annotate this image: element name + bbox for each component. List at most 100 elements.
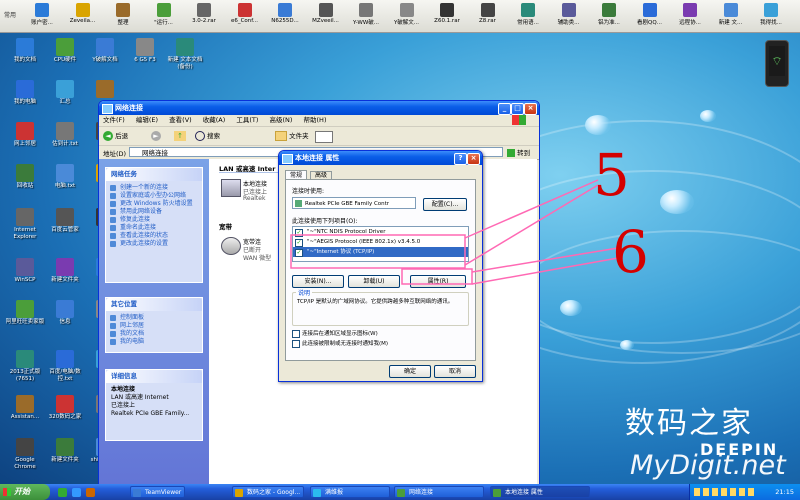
start-button[interactable]: 开始 xyxy=(0,484,50,500)
notify-checkbox[interactable] xyxy=(292,340,300,348)
explorer-titlebar[interactable]: 网络连接 _ □ × xyxy=(99,101,539,115)
desktop-icon[interactable]: 新建 文本文档(备份) xyxy=(165,38,205,71)
quick-launch-item[interactable]: N6255D... xyxy=(265,2,305,32)
desktop-icon[interactable]: 我的文档 xyxy=(5,38,45,64)
desktop-icon[interactable]: 估到计.txt xyxy=(45,122,85,148)
dialog-close-button[interactable]: × xyxy=(467,153,480,165)
component-checkbox[interactable]: ✓ xyxy=(295,249,303,257)
forward-button[interactable]: ► xyxy=(151,131,161,141)
desktop-icon[interactable]: 汇总 xyxy=(45,80,85,106)
desktop-icon[interactable]: 新建文件夹 xyxy=(45,438,85,464)
desktop-icon[interactable]: 6 G5 F3 xyxy=(125,38,165,64)
quick-launch-item[interactable]: Y破解文... xyxy=(387,2,427,32)
quick-launch-item[interactable]: 看剧QQ... xyxy=(630,2,670,32)
desktop-icon[interactable]: Internet Explorer xyxy=(5,208,45,241)
taskbar-button[interactable]: 网络连接 xyxy=(394,486,484,498)
other-place-link[interactable]: 控制面板 xyxy=(106,314,202,322)
desktop-icon[interactable]: 2013正式版(7651) xyxy=(5,350,45,383)
desktop-icon[interactable]: 回收站 xyxy=(5,164,45,190)
quick-launch-item[interactable]: e6_Conf... xyxy=(225,2,265,32)
desktop-icon[interactable]: 320数码之家 xyxy=(45,395,85,421)
network-task-link[interactable]: 更改 Windows 防火墙设置 xyxy=(106,200,202,208)
quick-launch-item[interactable]: 铝为准... xyxy=(589,2,629,32)
quick-launch-item[interactable]: 3.0-2.rar xyxy=(184,2,224,32)
network-task-link[interactable]: 创建一个新的连接 xyxy=(106,184,202,192)
network-task-link[interactable]: 禁用此网络设备 xyxy=(106,208,202,216)
minimize-button[interactable]: _ xyxy=(498,103,511,115)
clock[interactable]: 21:15 xyxy=(775,484,794,500)
quick-launch-item[interactable]: MZveeil... xyxy=(306,2,346,32)
component-item[interactable]: ✓ "~"Internet 协议 (TCP/IP) xyxy=(293,247,468,257)
quick-launch-item[interactable]: Y-WW破... xyxy=(346,2,386,32)
network-task-link[interactable]: 修复此连接 xyxy=(106,216,202,224)
taskbar-button[interactable]: 数码之家 - Googl... xyxy=(232,486,304,498)
quick-launch-item[interactable]: 远程协... xyxy=(670,2,710,32)
quick-launch-item[interactable]: 新建 文... xyxy=(711,2,751,32)
quick-launch-item[interactable]: "运行... xyxy=(144,2,184,32)
dialog-titlebar[interactable]: 本地连接 属性 ? × xyxy=(279,151,482,165)
cancel-button[interactable]: 取消 xyxy=(434,365,476,378)
component-checkbox[interactable]: ✓ xyxy=(295,239,303,247)
show-icon-checkbox[interactable] xyxy=(292,330,300,338)
go-button[interactable]: 转到 xyxy=(507,147,530,157)
ok-button[interactable]: 确定 xyxy=(389,365,431,378)
folders-button[interactable]: 文件夹 xyxy=(275,130,309,142)
quick-launch-item[interactable]: 常用语... xyxy=(508,2,548,32)
desktop-icon[interactable]: 百度云管家 xyxy=(45,208,85,234)
network-task-link[interactable]: 设置家庭或小型办公网络 xyxy=(106,192,202,200)
desktop-icon[interactable]: 新建文件夹 xyxy=(45,258,85,284)
taskbar-button[interactable]: TeamViewer xyxy=(130,486,185,498)
uninstall-button[interactable]: 卸载(U) xyxy=(348,275,400,288)
quick-launch-item[interactable]: 辅助类... xyxy=(549,2,589,32)
quick-launch-item[interactable]: Z8.rar xyxy=(468,2,508,32)
menu-favorites[interactable]: 收藏(A) xyxy=(203,116,226,124)
desktop-icon[interactable]: Assistan... xyxy=(5,395,45,421)
help-button[interactable]: ? xyxy=(454,153,467,165)
up-folder-icon[interactable]: ↑ xyxy=(174,131,186,141)
configure-button[interactable]: 配置(C)... xyxy=(423,198,467,211)
quick-launch-item[interactable]: Zeveila... xyxy=(63,2,103,32)
maximize-button[interactable]: □ xyxy=(511,103,524,115)
other-place-link[interactable]: 我的电脑 xyxy=(106,338,202,346)
component-item[interactable]: ✓ "~"NTC NDIS Protocol Driver xyxy=(293,227,468,237)
views-button[interactable] xyxy=(315,131,333,143)
quick-launch-icon[interactable] xyxy=(58,488,67,497)
quick-launch-icon[interactable] xyxy=(86,488,95,497)
back-button[interactable]: ◄ 后退 xyxy=(103,130,128,142)
desktop-icon[interactable]: 阿里旺旺卖家版 xyxy=(5,300,45,326)
components-list[interactable]: ✓ "~"NTC NDIS Protocol Driver ✓ "~"AEGIS Pr… xyxy=(292,226,469,262)
desktop-icon[interactable]: Y破解文档 xyxy=(85,38,125,64)
component-item[interactable]: ✓ "~"AEGIS Protocol (IEEE 802.1x) v3.4.5.… xyxy=(293,237,468,247)
quick-launch-item[interactable]: Z60.1.rar xyxy=(427,2,467,32)
taskbar-button[interactable]: 本地连接 属性 xyxy=(490,486,590,498)
install-button[interactable]: 安装(N)... xyxy=(292,275,344,288)
desktop-icon[interactable]: Google Chrome xyxy=(5,438,45,471)
menu-edit[interactable]: 编辑(E) xyxy=(136,116,158,124)
properties-button[interactable]: 属性(R) xyxy=(410,275,466,288)
network-task-link[interactable]: 重命名此连接 xyxy=(106,224,202,232)
desktop-icon[interactable]: 网上邻居 xyxy=(5,122,45,148)
menu-view[interactable]: 查看(V) xyxy=(169,116,192,124)
menu-tools[interactable]: 工具(T) xyxy=(236,116,258,124)
menu-file[interactable]: 文件(F) xyxy=(103,116,125,124)
search-button[interactable]: 搜索 xyxy=(195,130,220,142)
quick-launch-icon[interactable] xyxy=(72,488,81,497)
quick-launch-item[interactable]: 整理 xyxy=(103,2,143,32)
notify-option[interactable]: 此连接被限制或无连接时通知我(M) xyxy=(292,340,388,348)
menu-help[interactable]: 帮助(H) xyxy=(304,116,327,124)
desktop-icon[interactable]: 百度/电脑/数控.txt xyxy=(45,350,85,383)
quick-launch-item[interactable]: 账户密... xyxy=(22,2,62,32)
desktop-icon[interactable]: CPU硬件 xyxy=(45,38,85,64)
phone-widget[interactable]: ⌔ xyxy=(765,40,789,87)
component-checkbox[interactable]: ✓ xyxy=(295,229,303,237)
other-place-link[interactable]: 网上邻居 xyxy=(106,322,202,330)
close-button[interactable]: × xyxy=(524,103,537,115)
menu-advanced[interactable]: 高级(N) xyxy=(270,116,293,124)
desktop-icon[interactable]: WinSCP xyxy=(5,258,45,284)
desktop-icon[interactable]: 信息 xyxy=(45,300,85,326)
desktop-icon[interactable] xyxy=(85,80,125,99)
network-task-link[interactable]: 更改此连接的设置 xyxy=(106,240,202,248)
quick-launch-item[interactable]: 我得找... xyxy=(751,2,791,32)
desktop-icon[interactable]: 我的电脑 xyxy=(5,80,45,106)
desktop-icon[interactable]: 电脑.txt xyxy=(45,164,85,190)
